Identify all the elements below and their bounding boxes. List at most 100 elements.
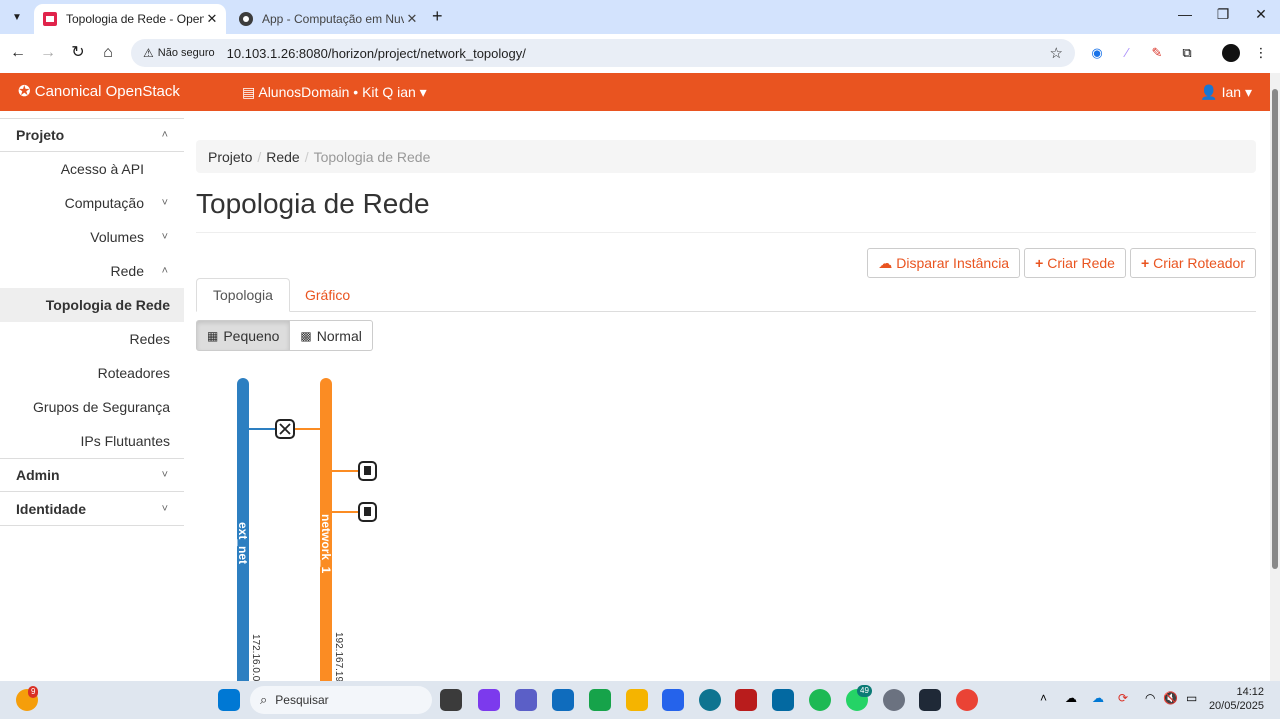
sidebar-section-identidade[interactable]: Identidade ˅ [0,492,184,526]
sidebar-section-label: Admin [16,467,60,483]
file-explorer-icon[interactable] [626,689,648,711]
project-selector[interactable]: ▤ AlunosDomain • Kit Q ian ▾ [242,84,427,101]
tab-title: Topologia de Rede - OpenStack [66,12,204,26]
sidebar-section-projeto[interactable]: Projeto ˄ [0,118,184,152]
tray-chevron-up-icon[interactable]: ˄ [1040,691,1047,705]
extension-pen-icon[interactable]: ⁄ [1118,44,1136,62]
taskbar-search[interactable]: ⌕ Pesquisar [250,686,432,714]
launch-instance-button[interactable]: ☁ Disparar Instância [867,248,1021,278]
chevron-up-icon: ˄ [161,129,168,141]
onedrive-icon[interactable]: ☁ [1092,691,1104,705]
chevron-down-icon: ˅ [161,502,168,515]
battery-icon[interactable]: ▭ [1186,691,1197,705]
plus-icon: + [1140,255,1150,271]
breadcrumb-separator: / [304,148,309,165]
sidebar-item-label: Acesso à API [60,161,144,177]
tab-topologia[interactable]: Topologia [196,278,290,312]
create-router-button[interactable]: + Criar Roteador [1129,248,1256,278]
page-scrollbar[interactable] [1270,73,1280,681]
copilot-icon[interactable] [478,689,500,711]
task-view-icon[interactable] [440,689,462,711]
teams-icon[interactable] [515,689,537,711]
sidebar-item-volumes[interactable]: Volumes ˅ [0,220,184,254]
store-icon[interactable] [552,689,574,711]
bookmark-star-icon[interactable]: ☆ [1050,44,1063,62]
sidebar-item-ips-flutuantes[interactable]: IPs Flutuantes [0,424,184,458]
cloud-upload-icon: ☁ [878,254,893,271]
breadcrumb-projeto[interactable]: Projeto [208,149,252,165]
chrome-icon[interactable] [956,689,978,711]
sidebar-item-computacao[interactable]: Computação ˅ [0,186,184,220]
normal-size-button[interactable]: ▩ Normal [290,320,373,351]
create-network-button[interactable]: + Criar Rede [1024,248,1126,278]
sidebar-item-grupos-de-seguranca[interactable]: Grupos de Segurança [0,390,184,424]
extension-marker-icon[interactable]: ✎ [1148,44,1166,62]
ubuntu-logo-icon: ✪ [18,83,31,100]
address-bar[interactable]: ⚠ Não seguro 10.103.1.26:8080/horizon/pr… [131,39,1075,67]
button-label: Disparar Instância [896,255,1010,271]
volume-muted-icon[interactable]: 🔇 [1163,691,1178,705]
instance-icon[interactable] [358,502,377,522]
spotify-icon[interactable] [809,689,831,711]
security-label: Não seguro [157,47,215,59]
network-1-label: network_1 [319,514,333,574]
outlook-icon[interactable] [772,689,794,711]
sidebar-item-label: Roteadores [97,365,170,381]
windows-taskbar: 9 ⌕ Pesquisar 49 ˄ ☁ ☁ ⟳ ◠ 🔇 ▭ 14:12 20/… [0,681,1280,719]
extension-shazam-icon[interactable]: ◉ [1088,44,1106,62]
sync-icon[interactable]: ⟳ [1118,691,1128,705]
wifi-icon[interactable]: ◠ [1145,691,1155,705]
sidebar-item-acesso-api[interactable]: Acesso à API [0,152,184,186]
brand-logo[interactable]: ✪ Canonical OpenStack [18,82,180,100]
sidebar-item-label: Computação [64,195,144,211]
caret-down-icon: ▾ [1244,84,1252,100]
chevron-down-icon: ˅ [161,231,168,243]
home-icon[interactable]: ⌂ [98,43,118,63]
taskbar-clock[interactable]: 14:12 20/05/2025 [1209,685,1264,713]
close-window-icon[interactable]: ✕ [1251,6,1271,23]
sidebar-item-redes[interactable]: Redes [0,322,184,356]
close-tab-icon[interactable]: ✕ [404,11,420,27]
breadcrumb-rede[interactable]: Rede [266,149,299,165]
plus-icon: + [1035,255,1044,271]
reload-icon[interactable]: ↻ [68,43,88,63]
forward-icon[interactable]: → [38,43,58,63]
settings-gear-icon[interactable] [883,689,905,711]
tab-app[interactable]: App - Computação em Nuvem ✕ [230,4,426,34]
sidebar-item-label: Redes [129,331,170,347]
extensions-puzzle-icon[interactable]: ⧉ [1178,44,1196,62]
url-text[interactable]: 10.103.1.26:8080/horizon/project/network… [227,46,526,61]
security-chip[interactable]: ⚠ Não seguro [137,42,221,64]
warning-icon: ⚠ [143,46,154,60]
back-icon[interactable]: ← [8,43,28,63]
tab-openstack[interactable]: Topologia de Rede - OpenStack ✕ [34,4,226,34]
sidebar-item-rede[interactable]: Rede ˄ [0,254,184,288]
breadcrumb-current: Topologia de Rede [313,148,431,165]
user-menu[interactable]: 👤 Ian ▾ [1200,84,1252,101]
new-tab-icon[interactable]: + [432,6,443,27]
terminal-icon[interactable] [919,689,941,711]
meet-icon[interactable] [589,689,611,711]
tray-cloud-icon[interactable]: ☁ [1065,691,1077,705]
button-label: Criar Roteador [1153,255,1245,271]
close-tab-icon[interactable]: ✕ [204,11,220,27]
sidebar-item-roteadores[interactable]: Roteadores [0,356,184,390]
minimize-icon[interactable]: — [1175,6,1195,22]
instance-icon[interactable] [358,461,377,481]
mcafee-icon[interactable] [735,689,757,711]
vscode-icon[interactable] [662,689,684,711]
tab-search-button[interactable]: ▼ [6,7,28,27]
edge-icon[interactable] [699,689,721,711]
router-icon[interactable] [275,419,295,439]
openstack-favicon-icon [43,12,57,26]
clock-time: 14:12 [1236,686,1264,698]
sidebar-item-topologia-de-rede[interactable]: Topologia de Rede [0,288,184,322]
scrollbar-thumb[interactable] [1272,89,1278,569]
windows-start-icon[interactable] [218,689,240,711]
chrome-menu-icon[interactable]: ⋮ [1252,44,1270,62]
sidebar-section-admin[interactable]: Admin ˅ [0,458,184,492]
maximize-icon[interactable]: ❐ [1213,6,1233,23]
profile-avatar[interactable] [1222,44,1240,62]
small-size-button[interactable]: ▦ Pequeno [196,320,291,351]
tab-grafico[interactable]: Gráfico [289,278,366,312]
